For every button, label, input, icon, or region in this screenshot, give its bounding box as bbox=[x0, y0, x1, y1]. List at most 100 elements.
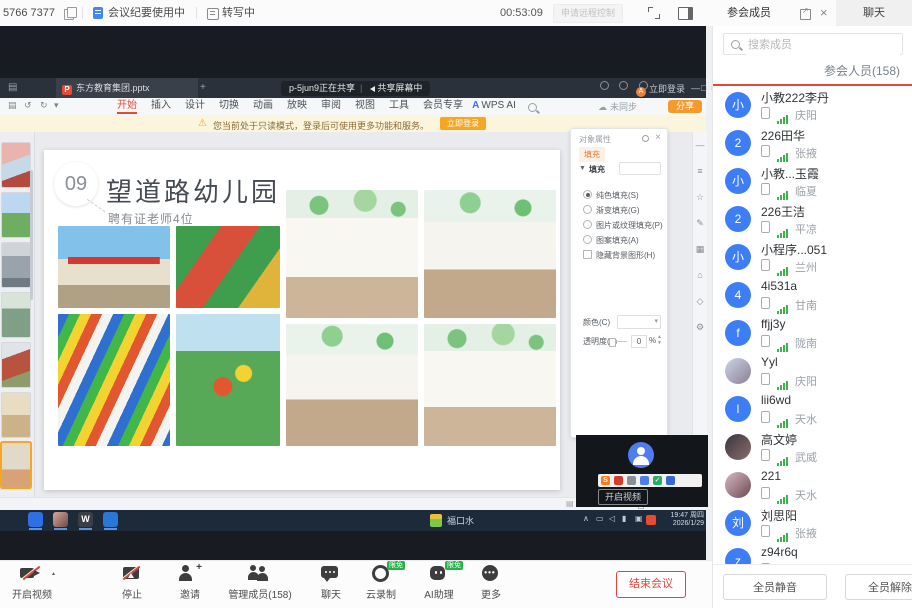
weather-icon[interactable] bbox=[430, 514, 442, 527]
radio-icon[interactable] bbox=[583, 235, 592, 244]
view-normal-icon[interactable]: ▤ bbox=[566, 499, 574, 508]
mute-all-button[interactable]: 全员静音 bbox=[723, 574, 827, 600]
wps-home-icon[interactable]: ▤ bbox=[8, 78, 17, 98]
toolbar-item-ai[interactable]: 限免AI助理 bbox=[412, 565, 466, 601]
remote-control-button[interactable]: 申请远程控制 bbox=[553, 4, 623, 23]
radio-icon[interactable] bbox=[583, 220, 592, 229]
participant-row[interactable]: 刘刘思阳张掖 bbox=[713, 504, 912, 542]
toolbar-item-invite[interactable]: +邀请 bbox=[164, 565, 216, 601]
menu-item-4[interactable]: 切换 bbox=[212, 98, 246, 114]
fill-tab[interactable]: 填充 bbox=[579, 147, 605, 162]
slide-thumbnail[interactable] bbox=[2, 443, 30, 487]
transparency-value[interactable]: 0 bbox=[631, 335, 647, 348]
new-tab-icon[interactable]: + bbox=[200, 78, 206, 98]
slide-thumbnail[interactable] bbox=[2, 293, 30, 337]
toolbar-item-stop[interactable]: 停止 bbox=[106, 565, 158, 601]
participant-row[interactable]: 221天水 bbox=[713, 466, 912, 504]
wps-login[interactable]: A立即登录 bbox=[636, 78, 685, 99]
unmute-all-button[interactable]: 全员解除静音 bbox=[845, 574, 912, 600]
meeting-notes-label[interactable]: 会议纪要使用中 bbox=[108, 0, 185, 26]
wps-doc-tab[interactable]: P东方教育集团.pptx bbox=[56, 78, 198, 98]
transparency-slider[interactable] bbox=[611, 341, 627, 342]
fill-option[interactable]: 图案填充(A) bbox=[583, 230, 639, 242]
participant-row[interactable]: 小小教...玉霞临夏 bbox=[713, 162, 912, 200]
chevron-down-icon[interactable]: ▾ bbox=[54, 100, 59, 111]
radio-icon[interactable] bbox=[583, 190, 592, 199]
tray-expand-icon[interactable]: ∧ bbox=[583, 514, 589, 523]
pin-icon[interactable] bbox=[642, 135, 649, 142]
app-chip-icon[interactable] bbox=[614, 476, 623, 485]
fill-dropdown[interactable] bbox=[619, 162, 661, 175]
participant-row[interactable]: zz94r6q bbox=[713, 542, 912, 564]
status-icon[interactable] bbox=[619, 81, 628, 90]
toolbar-item-rec[interactable]: 限免云录制 bbox=[354, 565, 408, 601]
undo-icon[interactable]: ↺ bbox=[24, 100, 32, 111]
volume-icon[interactable]: ◁ bbox=[609, 514, 615, 523]
chevron-down-icon[interactable]: ▼ bbox=[579, 165, 586, 172]
edit-icon[interactable]: ✎ bbox=[693, 218, 707, 229]
battery-icon[interactable]: ▭ bbox=[596, 514, 604, 523]
banner-login-button[interactable]: 立即登录 bbox=[440, 117, 486, 130]
gear-icon[interactable]: ⚙ bbox=[693, 322, 707, 333]
search-input[interactable] bbox=[746, 35, 900, 55]
fill-option[interactable]: 渐变填充(G) bbox=[583, 200, 640, 212]
slide-thumbnail[interactable] bbox=[2, 143, 30, 187]
taskbar-clock[interactable]: 19:47 周四2026/1/29 bbox=[658, 512, 704, 528]
menu-item-9[interactable]: 工具 bbox=[382, 98, 416, 114]
collapse-icon[interactable]: — bbox=[693, 140, 707, 150]
fill-option[interactable]: 图片或纹理填充(P) bbox=[583, 215, 663, 227]
participant-row[interactable]: 44i531a甘南 bbox=[713, 276, 912, 314]
tab-participants[interactable]: 参会人员(158) bbox=[824, 62, 900, 79]
minimize-icon[interactable]: — bbox=[691, 78, 700, 98]
menu-item-10[interactable]: 会员专享 bbox=[416, 98, 470, 114]
menu-item-6[interactable]: 放映 bbox=[280, 98, 314, 114]
radio-icon[interactable] bbox=[583, 205, 592, 214]
participant-row[interactable]: 高文婷武威 bbox=[713, 428, 912, 466]
exit-fullscreen-icon[interactable] bbox=[648, 7, 660, 19]
app-chip-icon[interactable] bbox=[666, 476, 675, 485]
popout-icon[interactable] bbox=[800, 9, 811, 20]
copy-icon[interactable] bbox=[64, 9, 74, 20]
close-panel-icon[interactable]: × bbox=[820, 0, 828, 26]
participant-row[interactable]: 小小教222李丹庆阳 bbox=[713, 86, 912, 124]
toolbar-item-members[interactable]: 管理成员(158) bbox=[216, 565, 304, 601]
participant-row[interactable]: 小小程序...051兰州 bbox=[713, 238, 912, 276]
menu-item-3[interactable]: 设计 bbox=[178, 98, 212, 114]
menu-item-1[interactable]: 开始 bbox=[110, 98, 144, 114]
grid-icon[interactable]: ▦ bbox=[693, 244, 707, 255]
redo-icon[interactable]: ↻ bbox=[40, 100, 48, 111]
app-chip-icon[interactable]: S bbox=[601, 476, 610, 485]
layout-icon[interactable] bbox=[678, 7, 693, 20]
participant-row[interactable]: llii6wd天水 bbox=[713, 390, 912, 428]
shape-icon[interactable]: ◇ bbox=[693, 296, 707, 307]
caret-icon[interactable]: ▲ bbox=[51, 571, 56, 577]
tab-chat[interactable]: 聊天 bbox=[836, 0, 912, 26]
fill-option[interactable]: 纯色填充(S) bbox=[583, 185, 639, 197]
search-box[interactable] bbox=[723, 33, 903, 55]
end-meeting-button[interactable]: 结束会议 bbox=[616, 571, 686, 598]
participant-row[interactable]: fffjj3y陇南 bbox=[713, 314, 912, 352]
color-dropdown[interactable] bbox=[617, 315, 661, 329]
network-icon[interactable]: ▣ bbox=[635, 514, 643, 523]
taskbar-app-icon[interactable] bbox=[53, 512, 68, 527]
camera-chip-icon[interactable] bbox=[640, 476, 649, 485]
wps-share-button[interactable]: 分享 bbox=[668, 100, 702, 113]
maximize-icon[interactable]: □ bbox=[701, 78, 706, 98]
menu-item-8[interactable]: 视图 bbox=[348, 98, 382, 114]
slide-thumbnail[interactable] bbox=[2, 243, 30, 287]
search-icon[interactable] bbox=[528, 103, 537, 112]
list-icon[interactable]: ≡ bbox=[693, 166, 707, 176]
menu-item-5[interactable]: 动画 bbox=[246, 98, 280, 114]
status-icon[interactable] bbox=[600, 81, 609, 90]
toolbar-item-cam[interactable]: ▲开启视频 bbox=[0, 565, 64, 601]
taskbar-wps-icon[interactable]: W bbox=[78, 512, 93, 527]
checkbox-icon[interactable] bbox=[583, 250, 592, 259]
participant-row[interactable]: Yyl庆阳 bbox=[713, 352, 912, 390]
toolbar-item-chat[interactable]: 聊天 bbox=[306, 565, 356, 601]
home-icon[interactable]: ⌂ bbox=[693, 270, 707, 280]
participant-row[interactable]: 2226田华张掖 bbox=[713, 124, 912, 162]
save-icon[interactable]: ▤ bbox=[8, 100, 17, 111]
mic-icon[interactable]: ▮ bbox=[622, 514, 626, 523]
mic-chip-icon[interactable] bbox=[627, 476, 636, 485]
menu-item-7[interactable]: 审阅 bbox=[314, 98, 348, 114]
